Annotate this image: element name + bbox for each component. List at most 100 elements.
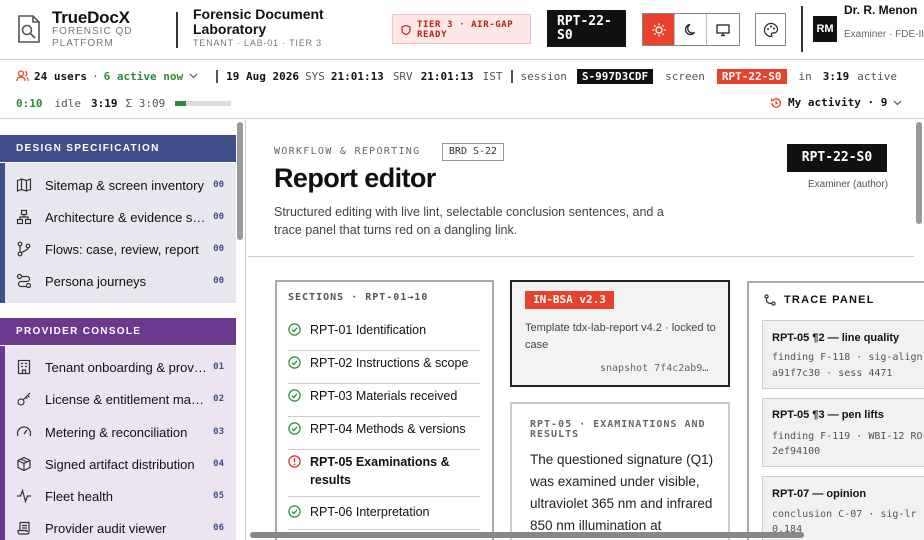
sidebar-section-provider[interactable]: PROVIDER CONSOLE bbox=[0, 318, 236, 345]
avatar[interactable]: RM bbox=[813, 16, 837, 42]
tier-status-badge: TIER 3 · AIR-GAP READY bbox=[392, 14, 531, 44]
section-item[interactable]: RPT-01 Identification bbox=[288, 319, 480, 351]
header-divider bbox=[176, 12, 178, 48]
trace-item-meta: finding F-119 · WBI-12 RO bbox=[772, 431, 923, 442]
sidebar-item-count: 00 bbox=[213, 244, 224, 254]
sidebar-item-personas[interactable]: Persona journeys 00 bbox=[16, 270, 224, 292]
section-item-active[interactable]: RPT-05 Examinations & results bbox=[288, 451, 480, 497]
section-item[interactable]: RPT-03 Materials received bbox=[288, 385, 480, 417]
sidebar-item-metering[interactable]: Metering & reconciliation 03 bbox=[16, 421, 224, 443]
sidebar-item-label: Architecture & evidence s… bbox=[45, 209, 206, 225]
sidebar-item-count: 00 bbox=[213, 212, 224, 222]
brd-chip: BRD S-22 bbox=[442, 143, 504, 161]
in-label: in bbox=[798, 69, 812, 83]
trace-item-meta: finding F-118 · sig-align bbox=[772, 352, 923, 363]
check-circle-icon bbox=[288, 323, 301, 336]
sidebar-scrollbar[interactable] bbox=[237, 122, 243, 240]
sidebar-item-license[interactable]: License & entitlement ma… 02 bbox=[16, 388, 224, 410]
my-activity-button[interactable]: My activity · 9 bbox=[770, 96, 902, 109]
monitor-icon bbox=[716, 23, 730, 36]
sidebar-item-fleet-health[interactable]: Fleet health 05 bbox=[16, 485, 224, 507]
sidebar-item-label: Flows: case, review, report bbox=[45, 241, 199, 257]
idle-time: 3:19 bbox=[91, 96, 118, 110]
sidebar-item-label: Fleet health bbox=[45, 488, 113, 504]
section-label: RPT-02 Instructions & scope bbox=[310, 356, 469, 370]
light-theme-button[interactable] bbox=[643, 14, 676, 45]
section-label: RPT-06 Interpretation bbox=[310, 505, 430, 519]
history-icon bbox=[770, 97, 782, 108]
timezone: IST bbox=[482, 69, 503, 83]
section-label: RPT-01 Identification bbox=[310, 323, 427, 337]
status-row: 24 users · 6 active now 19 Aug 2026 SYS … bbox=[16, 68, 897, 84]
sidebar-item-label: Signed artifact distribution bbox=[45, 456, 195, 472]
sidebar-item-label: Metering & reconciliation bbox=[45, 424, 188, 440]
horizontal-scrollbar[interactable] bbox=[250, 532, 804, 538]
status-separator bbox=[216, 69, 219, 83]
current-date: 19 Aug 2026 bbox=[226, 69, 299, 83]
sidebar-item-flows[interactable]: Flows: case, review, report 00 bbox=[16, 238, 224, 260]
header-divider bbox=[801, 6, 803, 52]
tier-badge-label: TIER 3 · AIR-GAP READY bbox=[417, 20, 514, 40]
moon-icon bbox=[684, 23, 695, 35]
sidebar-item-label: License & entitlement ma… bbox=[45, 391, 204, 407]
my-activity-label: My activity · 9 bbox=[788, 96, 888, 109]
sidebar-item-count: 00 bbox=[213, 180, 224, 190]
gauge-icon bbox=[16, 426, 32, 437]
sidebar-item-label: Sitemap & screen inventory bbox=[45, 177, 204, 193]
user-role: Examiner · FDE-II bbox=[844, 29, 924, 40]
users-icon bbox=[16, 70, 29, 82]
sys-label: SYS bbox=[304, 69, 325, 83]
palette-button[interactable] bbox=[755, 13, 786, 46]
network-icon bbox=[16, 209, 32, 225]
check-circle-icon bbox=[288, 389, 301, 402]
system-theme-button[interactable] bbox=[707, 14, 739, 45]
template-standard-badge: IN-BSA v2.3 bbox=[525, 291, 614, 309]
report-id-badge: RPT-22-S0 bbox=[787, 144, 887, 172]
section-item[interactable]: RPT-04 Methods & versions bbox=[288, 418, 480, 450]
check-circle-icon bbox=[288, 505, 301, 518]
sidebar-item-count: 00 bbox=[213, 276, 224, 286]
check-circle-icon bbox=[288, 356, 301, 369]
section-body-text[interactable]: The questioned signature (Q1) was examin… bbox=[530, 449, 720, 537]
map-icon bbox=[16, 178, 32, 192]
active-users-count[interactable]: 6 active now bbox=[104, 70, 183, 83]
palette-icon bbox=[763, 22, 778, 37]
activity-icon bbox=[17, 488, 31, 504]
sidebar-item-artifact-distribution[interactable]: Signed artifact distribution 04 bbox=[16, 453, 224, 475]
sections-heading: SECTIONS · RPT-01→10 bbox=[288, 292, 429, 303]
chevron-down-icon[interactable] bbox=[189, 73, 198, 79]
users-count[interactable]: 24 users bbox=[34, 70, 87, 83]
screen-label: screen bbox=[665, 69, 705, 83]
sidebar-item-count: 02 bbox=[213, 394, 224, 404]
section-item[interactable]: RPT-06 Interpretation bbox=[288, 502, 480, 530]
session-id-badge: S-997D3CDF bbox=[576, 68, 654, 84]
key-icon bbox=[17, 392, 31, 406]
section-label: RPT-05 Examinations & results bbox=[310, 455, 450, 487]
building-icon bbox=[17, 359, 31, 375]
sidebar-section-design[interactable]: DESIGN SPECIFICATION bbox=[0, 135, 236, 162]
author-role: Examiner (author) bbox=[808, 179, 889, 190]
theme-switcher bbox=[642, 13, 740, 46]
trace-panel-header: TRACE PANEL bbox=[764, 294, 875, 306]
alert-circle-icon bbox=[288, 455, 301, 468]
sidebar-item-sitemap[interactable]: Sitemap & screen inventory 00 bbox=[16, 174, 224, 196]
dark-theme-button[interactable] bbox=[675, 14, 708, 45]
status-row: 0:10 idle 3:19 Σ 3:09 bbox=[16, 96, 232, 110]
sidebar-item-audit-viewer[interactable]: Provider audit viewer 06 bbox=[16, 517, 224, 539]
sidebar-item-label: Persona journeys bbox=[45, 273, 147, 289]
sidebar-item-architecture[interactable]: Architecture & evidence s… 00 bbox=[16, 206, 224, 228]
status-separator bbox=[510, 69, 513, 83]
route-icon bbox=[16, 273, 32, 289]
section-label: RPT-03 Materials received bbox=[310, 389, 458, 403]
brand-name[interactable]: TrueDocX bbox=[52, 8, 130, 28]
template-description: Template tdx-lab-report v4.2 · locked to… bbox=[525, 322, 716, 351]
trace-item-title: RPT-05 ¶2 — line quality bbox=[772, 332, 900, 344]
section-item[interactable]: RPT-02 Instructions & scope bbox=[288, 352, 480, 384]
session-label: session bbox=[520, 69, 567, 83]
main-scrollbar[interactable] bbox=[916, 122, 922, 224]
trace-item-title: RPT-05 ¶3 — pen lifts bbox=[772, 409, 884, 421]
sidebar-item-tenant-onboarding[interactable]: Tenant onboarding & prov… 01 bbox=[16, 356, 224, 378]
chevron-down-icon bbox=[893, 100, 902, 105]
in-time: 3:19 bbox=[822, 69, 850, 83]
srv-time: 21:01:13 bbox=[420, 69, 474, 83]
